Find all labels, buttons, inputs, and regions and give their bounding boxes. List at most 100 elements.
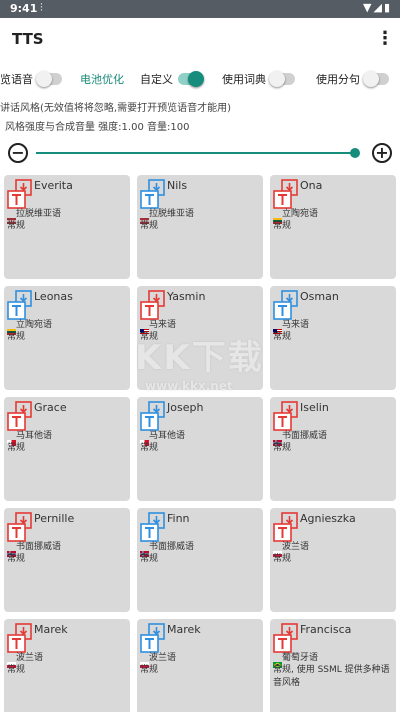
voice-language: 立陶宛语 [282,209,319,219]
voice-card[interactable]: Grace 马耳他语常规 [4,397,130,501]
voice-card[interactable]: Nils 拉脱维亚语 常规 [137,175,263,279]
voice-style: 常规 [273,443,292,453]
voice-name: Agnieszka [300,512,356,525]
switch-knob [269,71,285,87]
voice-language: 书面挪威语 [282,431,328,441]
flag-icon [273,209,282,224]
flag-icon [140,209,149,224]
switch-knob [188,71,204,87]
tts-voice-icon [140,401,166,431]
voice-name: Grace [34,401,67,414]
voice-card[interactable]: Pernille 书面挪威语 常规 [4,508,130,612]
voice-card[interactable]: Ona 立陶宛语 常规 [270,175,396,279]
voice-language: 拉脱维亚语 [149,209,195,219]
toggle-option[interactable]: 电池优化 [80,68,124,90]
toggle-option[interactable]: 览语音 [0,68,62,90]
toggle-option[interactable]: 使用分句 [316,68,389,90]
voice-card[interactable]: Marek 波兰语 常规 [137,619,263,712]
slider-track[interactable] [36,152,358,154]
voice-style: 常规 [273,554,292,564]
voice-card[interactable]: Joseph 马耳他语常规 [137,397,263,501]
tts-voice-icon [273,623,299,653]
voice-language: 书面挪威语 [149,542,195,552]
minus-circle-icon[interactable]: − [8,143,28,163]
toggle-switch[interactable] [269,71,295,87]
toggle-switch[interactable] [36,71,62,87]
voice-card[interactable]: Leonas 立陶宛语常规 [4,286,130,390]
options-row: 览语音 电池优化 自定义 使用词典 使用分句 [0,68,400,90]
voice-language: 拉脱维亚语 [16,209,62,219]
wifi-icon: ▼ [363,1,374,14]
flag-icon [7,320,16,335]
voice-style: 常规 [273,221,292,231]
style-description: 讲话风格(无效值将将忽略,需要打开预览语音才能用) [0,103,231,114]
slider-thumb[interactable] [349,148,360,158]
voice-style: 常规 [140,665,159,675]
voice-style: 常规 [140,554,159,564]
voice-card[interactable]: Yasmin 马来语常规 [137,286,263,390]
flag-icon [7,542,16,557]
flag-icon [273,320,282,335]
tts-voice-icon [7,290,33,320]
switch-knob [36,71,52,87]
flag-icon [7,431,16,446]
voice-style: 常规 [7,665,26,675]
flag-icon [140,431,149,446]
voice-language: 马来语 [149,320,177,330]
voice-name: Yasmin [167,290,206,303]
voice-name: Nils [167,179,188,192]
voice-language: 立陶宛语 [16,320,53,330]
page-title: TTS [12,30,44,48]
voice-language: 波兰语 [282,542,310,552]
voice-style: 常规 [7,443,26,453]
toggle-switch[interactable] [178,71,204,87]
voice-name: Leonas [34,290,73,303]
voice-card[interactable]: Iselin 书面挪威语 常规 [270,397,396,501]
flag-icon [273,431,282,446]
voice-style: 常规 [140,332,159,342]
toggle-label: 自定义 [140,73,173,86]
voice-name: Francisca [300,623,352,636]
toggle-switch[interactable] [363,71,389,87]
tts-voice-icon [140,623,166,653]
voice-card[interactable]: Agnieszka 波兰语常规 [270,508,396,612]
voice-card[interactable]: Everita 拉脱维亚语 常规 [4,175,130,279]
toggle-label: 使用分句 [316,73,360,86]
voice-style: 常规 [7,332,26,342]
toggle-label: 览语音 [0,73,33,86]
tts-voice-icon [273,290,299,320]
app-bar: TTS ⋮ [0,18,400,62]
flag-icon [7,653,16,668]
voice-card[interactable]: Marek 波兰语常规 [4,619,130,712]
voice-name: Joseph [167,401,204,414]
plus-circle-icon[interactable]: + [372,143,392,163]
more-vert-icon[interactable]: ⋮ [376,28,394,50]
strength-volume-label: 风格强度与合成音量 强度:1.00 音量:100 [5,122,190,133]
tts-voice-icon [140,512,166,542]
voice-card[interactable]: Francisca 葡萄牙语 常规, 使用 SSML 提供多种语音风格 [270,619,396,712]
voice-name: Pernille [34,512,75,525]
flag-icon [7,209,16,224]
toggle-label: 使用词典 [222,73,266,86]
voice-name: Marek [34,623,68,636]
voice-language: 马耳他语 [149,431,186,441]
voice-language: 马耳他语 [16,431,53,441]
tts-voice-icon [140,179,166,209]
status-bar: 9:41 ⫶ ▼◢▮ [0,0,400,18]
tts-voice-icon [7,623,33,653]
voice-card[interactable]: Osman 马来语 常规 [270,286,396,390]
voice-name: Osman [300,290,339,303]
voice-card[interactable]: Finn 书面挪威语 常规 [137,508,263,612]
voice-language: 波兰语 [16,653,44,663]
toggle-option[interactable]: 使用词典 [222,68,295,90]
voice-style: 常规 [7,554,26,564]
voice-style: 常规 [140,443,159,453]
flag-icon [273,653,282,668]
flag-icon [140,542,149,557]
voice-style: 常规 [7,221,26,231]
signal-icon: ◢ [373,1,384,14]
toggle-option[interactable]: 自定义 [140,68,204,90]
voice-style: 常规 [273,332,292,342]
tts-voice-icon [7,401,33,431]
voice-style: 常规, 使用 SSML 提供多种语音风格 [273,665,390,688]
